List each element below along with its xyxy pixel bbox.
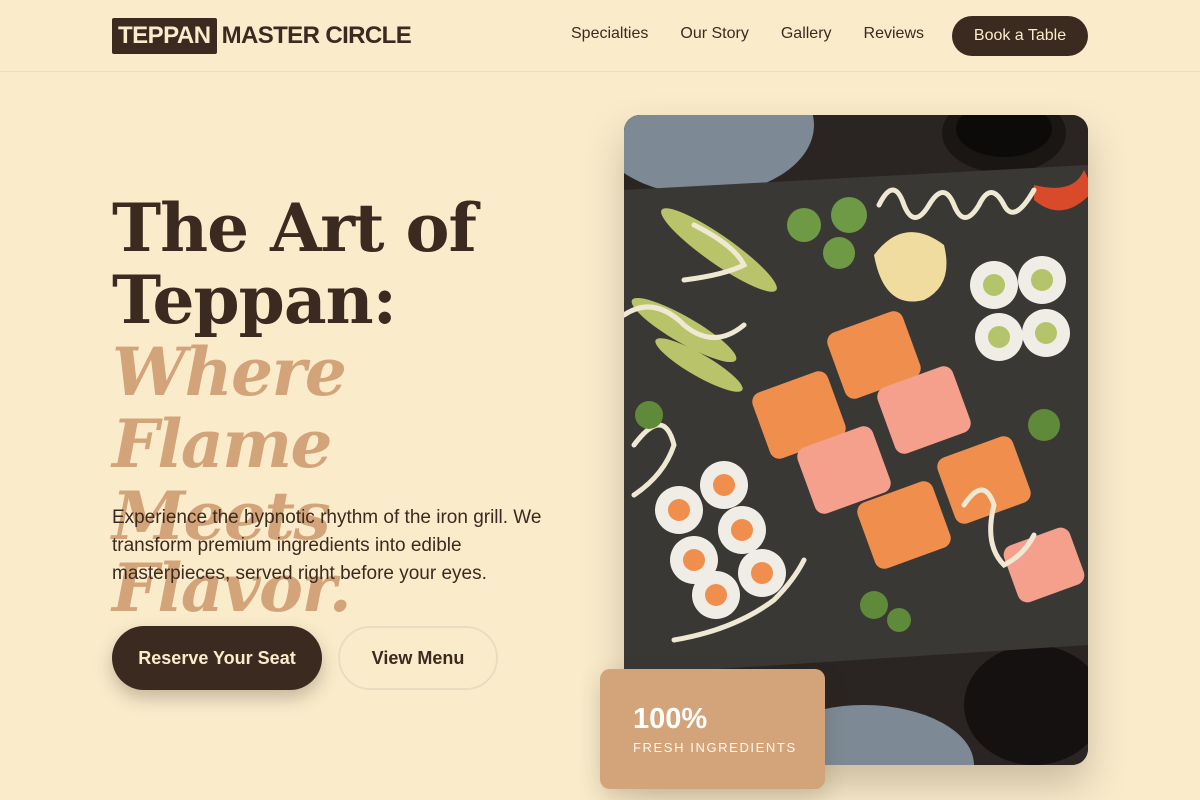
nav-gallery[interactable]: Gallery — [781, 24, 832, 44]
hero-title-line1: The Art of — [112, 189, 477, 267]
sushi-platter-image — [624, 115, 1088, 765]
main-nav: Specialties Our Story Gallery Reviews — [571, 24, 924, 44]
view-menu-button[interactable]: View Menu — [338, 626, 498, 690]
hero-lead: Experience the hypnotic rhythm of the ir… — [112, 507, 542, 584]
nav-reviews[interactable]: Reviews — [864, 24, 924, 44]
hero-accent-line1: Where Flame — [112, 333, 347, 483]
nav-specialties[interactable]: Specialties — [571, 24, 648, 44]
site-header: TEPPAN MASTER CIRCLE Specialties Our Sto… — [0, 0, 1200, 72]
brand-logo[interactable]: TEPPAN MASTER CIRCLE — [112, 17, 412, 55]
reserve-seat-button[interactable]: Reserve Your Seat — [112, 626, 322, 690]
sushi-illustration — [624, 115, 1088, 765]
nav-our-story[interactable]: Our Story — [680, 24, 748, 44]
hero-title-line2: Teppan: — [112, 261, 397, 339]
book-table-button[interactable]: Book a Table — [952, 16, 1088, 56]
stat-card: 100% FRESH INGREDIENTS — [600, 669, 825, 789]
logo-text: MASTER CIRCLE — [221, 22, 412, 49]
stat-label: FRESH INGREDIENTS — [633, 740, 797, 755]
stat-value: 100% — [633, 703, 708, 735]
logo-box: TEPPAN — [112, 18, 217, 54]
